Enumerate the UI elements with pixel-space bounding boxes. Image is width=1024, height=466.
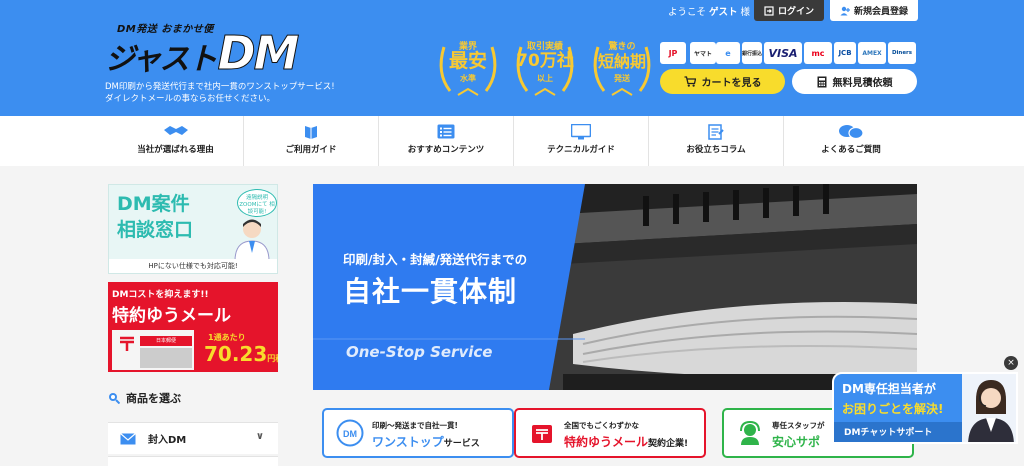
payment-diners: Diners [888,42,916,64]
logo-wordmark: ジャストDM [105,26,300,81]
guide-icon [305,126,317,139]
tagline-line-1: DM印刷から発送代行まで社内一貫のワンストップサービス! [105,82,335,92]
calculator-icon [817,76,826,87]
payment-yamato: ヤマト [690,42,716,64]
payment-visa: VISA [764,42,802,64]
chat-bubbles-icon [839,125,864,140]
mailbox-icon [532,425,552,443]
chat-close-button[interactable]: × [1004,356,1018,370]
monitor-icon [571,124,591,140]
consultation-banner[interactable]: DM案件 相談窓口 遠隔説明 ZOOMにて 相談可能! HPにない仕様でも対応可… [108,184,278,274]
category-enclosed-dm[interactable]: 封入DM ∨ [108,422,278,454]
yu-mail-banner[interactable]: DMコストを抑えます!! 特約ゆうメール 日本郵便 1通あたり 70.23円税込… [108,282,278,372]
register-button[interactable]: 新規会員登録 [830,0,918,21]
feature-one-stop[interactable]: DM 印刷〜発送まで自社一貫! ワンストップサービス [322,408,514,458]
payment-jp-post: JP [660,42,686,64]
category-next[interactable] [108,456,278,466]
user-add-icon [840,6,850,15]
payment-mastercard: mc [804,42,832,64]
nav-technical-guide[interactable]: テクニカルガイド [513,116,648,166]
cart-icon [684,76,696,87]
hero-title: 自社一貫体制 [343,275,518,308]
envelope-icon [120,432,136,444]
user-name: ゲスト [709,7,738,18]
login-icon [764,5,774,16]
zoom-bubble: 遠隔説明 ZOOMにて 相談可能! [237,189,277,217]
staff-illustration-icon [234,219,270,261]
product-section-title: 商品を選ぶ [108,390,181,406]
nav-recommended-content[interactable]: おすすめコンテンツ [378,116,513,166]
payment-bank: 銀行振込 [742,42,762,64]
consultation-title: DM案件 相談窓口 [117,193,194,241]
dm-circle-icon: DM [336,419,364,447]
hero-english-tagline: One-Stop Service [346,343,493,361]
main-nav: 当社が選ばれる理由 ご利用ガイド おすすめコンテンツ テクニカルガイド お役立ち… [0,116,1024,166]
badge-track-record: 取引実績 70万社 以上 [509,33,581,99]
free-quote-button[interactable]: 無料見積依頼 [792,69,917,94]
post-mark-icon [120,336,134,351]
badge-lowest-price: 業界 最安 水準 [432,33,504,99]
logo-dm: DM [217,26,300,81]
search-icon [109,393,120,404]
badge-short-delivery: 驚きの 短納期 発送 [586,33,658,99]
payment-amex: AMEX [858,42,886,64]
japan-post-sign: 日本郵便 [140,336,192,346]
headset-icon [740,420,760,445]
list-icon [437,124,455,139]
feature-special-yu-mail[interactable]: 全国でもごくわずかな 特約ゆうメール契約企業! [514,408,706,458]
yu-mail-banner-main: 特約ゆうメール [112,306,231,326]
payment-e: e [716,42,740,64]
tagline: DM印刷から発送代行まで社内一貫のワンストップサービス! ダイレクトメールの事な… [105,81,335,105]
yu-mail-banner-top: DMコストを抑えます!! [112,290,209,300]
consultation-footnote: HPにない仕様でも対応可能! [109,259,277,273]
chat-support-label: DMチャットサポート [834,422,964,442]
hero-banner[interactable]: 印刷/封入・封緘/発送代行までの 自社一貫体制 One-Stop Service [313,184,917,390]
chat-support-widget[interactable]: DM専任担当者が お困りごとを解決! DMチャットサポート [832,372,1018,444]
nav-why-choose-us[interactable]: 当社が選ばれる理由 [108,116,243,166]
tagline-line-2: ダイレクトメールの事ならお任せください。 [105,94,276,104]
post-office-photo: 日本郵便 [112,330,194,370]
cart-button[interactable]: カートを見る [660,69,785,94]
greeting: ようこそ ゲスト様 [668,7,751,18]
nav-user-guide[interactable]: ご利用ガイド [243,116,378,166]
chat-subheadline: お困りごとを解決! [842,402,944,416]
svg-text:DM: DM [343,429,357,439]
payment-jcb: JCB [834,42,856,64]
chat-headline: DM専任担当者が [842,382,936,396]
handshake-icon [163,126,188,135]
chevron-down-icon: ∨ [255,431,264,442]
site-header: DM発送 おまかせ便 ジャストDM DM印刷から発送代行まで社内一貫のワンストッ… [0,0,1024,116]
per-piece-price: 70.23円税込〜 [204,342,278,366]
logo-kana: ジャスト [105,42,217,77]
nav-useful-column[interactable]: お役立ちコラム [648,116,783,166]
document-icon [708,124,724,140]
login-button[interactable]: ログイン [754,0,824,21]
nav-faq[interactable]: よくあるご質問 [783,116,918,166]
operator-avatar-icon [962,374,1016,442]
hero-subtitle: 印刷/封入・封緘/発送代行までの [343,252,528,267]
